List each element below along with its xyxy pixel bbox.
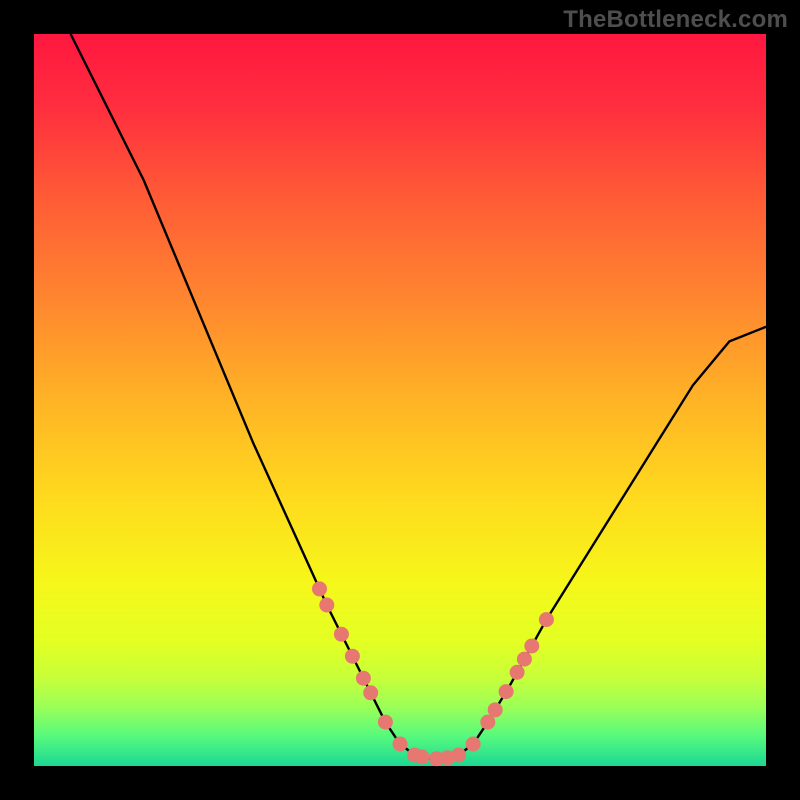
curve-dot — [451, 748, 466, 763]
curve-dot — [363, 685, 378, 700]
curve-dot — [319, 598, 334, 613]
bottleneck-chart — [0, 0, 800, 800]
plot-background — [34, 34, 766, 766]
curve-dot — [345, 649, 360, 664]
curve-dot — [510, 665, 525, 680]
curve-dot — [539, 612, 554, 627]
curve-dot — [415, 749, 430, 764]
curve-dot — [488, 702, 503, 717]
watermark-text: TheBottleneck.com — [563, 6, 788, 34]
curve-dot — [334, 627, 349, 642]
chart-frame: TheBottleneck.com — [0, 0, 800, 800]
curve-dot — [312, 581, 327, 596]
curve-dot — [524, 639, 539, 654]
curve-dot — [499, 684, 514, 699]
curve-dot — [356, 671, 371, 686]
curve-dot — [517, 652, 532, 667]
curve-dot — [393, 737, 408, 752]
curve-dot — [378, 715, 393, 730]
curve-dot — [466, 737, 481, 752]
